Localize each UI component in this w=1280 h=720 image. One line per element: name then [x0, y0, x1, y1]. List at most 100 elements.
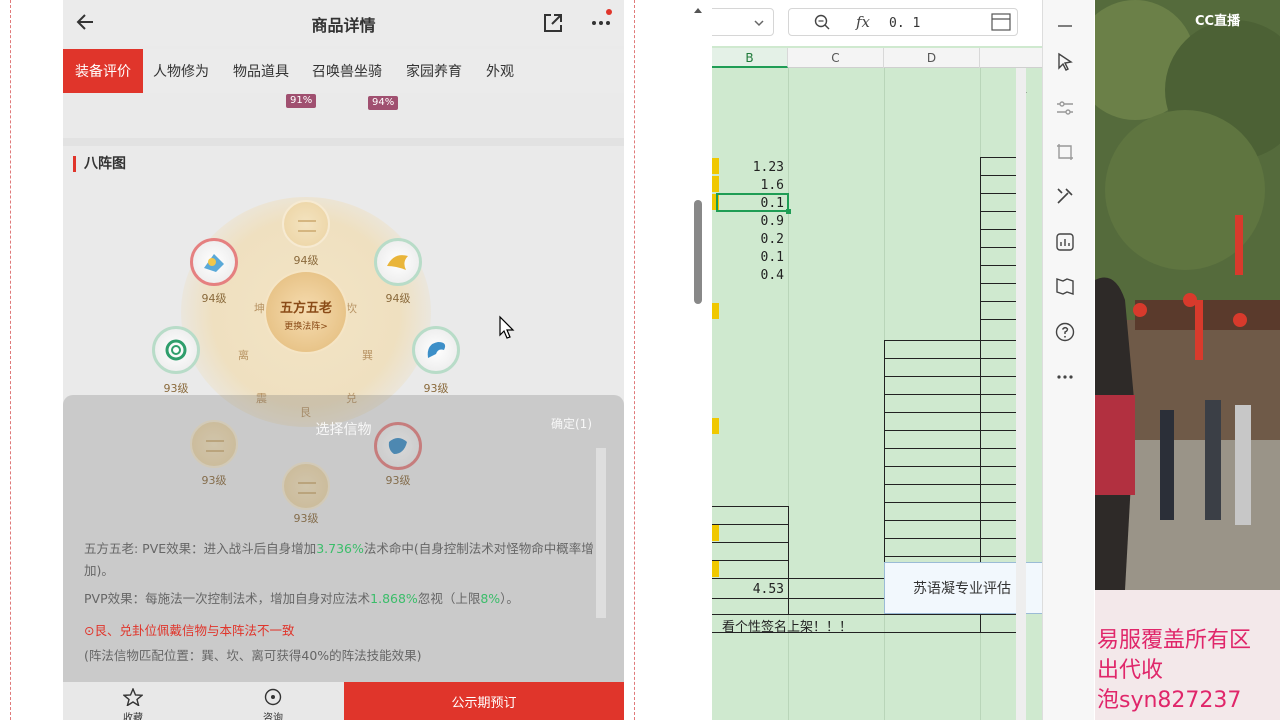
slot-level: 94级: [201, 292, 227, 305]
column-header-c[interactable]: C: [788, 48, 884, 68]
overlay-confirm-button[interactable]: 确定(1): [551, 415, 592, 432]
overlay-title: 选择信物: [315, 422, 372, 438]
pvp-description: PVP效果：每施法一次控制法术，增加自身对应法术1.868%忽视（上限8%）。: [84, 588, 604, 610]
fx-icon: fx: [856, 13, 871, 31]
more-icon[interactable]: [1053, 365, 1077, 389]
formation-slot-top-right[interactable]: [374, 238, 422, 286]
tools-icon[interactable]: [1053, 184, 1077, 208]
highlight-cell: [712, 561, 719, 577]
mouse-cursor-icon: [499, 315, 515, 339]
star-icon: [122, 687, 144, 708]
collapse-icon[interactable]: [1053, 14, 1077, 38]
pvp-mid: 忽视（上限: [417, 591, 481, 606]
tab-summons[interactable]: 召唤兽坐骑: [312, 49, 382, 93]
cell-border: [884, 412, 1020, 413]
cell-value[interactable]: 0.2: [722, 232, 784, 247]
stream-caption-line: 泡syn827237: [1097, 688, 1242, 713]
column-header-b[interactable]: B: [712, 48, 788, 68]
column-header: B C D: [712, 48, 1042, 68]
book-icon[interactable]: [1053, 274, 1077, 298]
formation-name: 五方五老: [279, 301, 332, 316]
reserve-button[interactable]: 公示期预订: [344, 682, 624, 720]
pvp-value: 1.868%: [370, 591, 418, 606]
formation-slot-top-left[interactable]: [190, 238, 238, 286]
highlight-cell: [712, 158, 719, 174]
formula-input[interactable]: fx 0. 1: [788, 8, 1018, 36]
cell-border: [884, 358, 1020, 359]
cell-border: [980, 193, 1020, 194]
tab-bar: 装备评价 人物修为 物品道具 召唤兽坐骑 家园养育 外观: [63, 49, 624, 93]
tab-appearance[interactable]: 外观: [486, 49, 514, 93]
live-stream-panel: CC直播 易服覆盖所有区 出代收 泡syn827237: [1095, 0, 1280, 720]
tab-equipment-review[interactable]: 装备评价: [63, 49, 143, 93]
pvp-suffix: ）。: [500, 591, 519, 606]
cell-border: [884, 394, 1020, 395]
cell-border: [712, 560, 788, 561]
highlight-cell: [712, 303, 719, 319]
highlight-cell: [712, 176, 719, 192]
cell-border: [712, 578, 884, 579]
more-menu-button[interactable]: [586, 9, 616, 35]
tab-home[interactable]: 家园养育: [406, 49, 462, 93]
section-title-bazhentu: 八阵图: [73, 156, 126, 172]
formation-slot-top[interactable]: [282, 200, 330, 248]
favorite-button[interactable]: 收藏: [113, 687, 153, 720]
cell-border: [712, 542, 788, 543]
slot-level: 94级: [293, 254, 319, 267]
change-formation-button[interactable]: 五方五老 更换法阵>: [264, 270, 348, 354]
pointer-icon[interactable]: [1053, 50, 1077, 74]
cell-value[interactable]: 0.4: [722, 268, 784, 283]
cell-border: [712, 524, 788, 525]
column-header-d[interactable]: D: [884, 48, 980, 68]
chart-icon[interactable]: [1053, 230, 1077, 254]
consult-button[interactable]: 咨询: [253, 688, 293, 720]
cell-border: [980, 229, 1020, 230]
tab-character[interactable]: 人物修为: [153, 49, 209, 93]
cell-value[interactable]: 1.23: [722, 160, 784, 175]
formation-slot-right[interactable]: [412, 326, 460, 374]
crop-icon[interactable]: [1053, 140, 1077, 164]
cell-border: [884, 466, 1020, 467]
token-icon: [165, 339, 187, 361]
sheet-scrollbar[interactable]: [1016, 68, 1026, 720]
tab-items[interactable]: 物品道具: [233, 49, 289, 93]
cell-border: [884, 502, 1020, 503]
stream-logo: CC直播: [1195, 14, 1241, 29]
percent-badge: 94%: [368, 96, 399, 110]
token-icon: [387, 255, 408, 270]
name-box[interactable]: [712, 8, 774, 36]
total-value[interactable]: 4.53: [722, 582, 784, 597]
slot-level: 93级: [163, 382, 189, 395]
cell-value[interactable]: 0.9: [722, 214, 784, 229]
banner-cell[interactable]: 看个性签名上架！！！: [722, 616, 852, 635]
consult-label: 咨询: [263, 713, 283, 720]
cell-border: [980, 247, 1020, 248]
trigram-label: 离: [238, 349, 249, 362]
help-icon[interactable]: [1053, 320, 1077, 344]
pvp-cap: 8%: [480, 591, 501, 606]
expand-formula-icon[interactable]: [991, 13, 1011, 31]
chevron-down-icon: [754, 20, 764, 27]
sliders-icon[interactable]: [1053, 96, 1077, 120]
cell-value[interactable]: 1.6: [722, 178, 784, 193]
scrollbar-thumb[interactable]: [694, 200, 702, 304]
dashed-guide-left: [10, 0, 11, 720]
highlight-cell: [712, 418, 719, 434]
favorite-label: 收藏: [123, 713, 143, 720]
highlight-cell: [712, 525, 719, 541]
stream-caption-line: 出代收: [1097, 658, 1164, 683]
cell-border: [980, 319, 1020, 320]
cell-border: [884, 340, 885, 562]
formation-slot-left[interactable]: [152, 326, 200, 374]
cell-value[interactable]: 0.1: [722, 250, 784, 265]
phone-window: 商品详情 装备评价 人物修为 物品道具 召唤兽坐骑 家园养育 外观 91% 94…: [63, 0, 624, 720]
cell-border: [980, 175, 1020, 176]
cell-border: [980, 283, 1020, 284]
cell-border: [980, 301, 1020, 302]
cell-border: [712, 598, 884, 599]
share-icon[interactable]: [541, 11, 565, 35]
page-scrollbar[interactable]: [692, 0, 704, 720]
selected-cell[interactable]: [716, 193, 791, 214]
zoom-icon: [814, 14, 830, 30]
percent-badge: 91%: [286, 94, 317, 108]
